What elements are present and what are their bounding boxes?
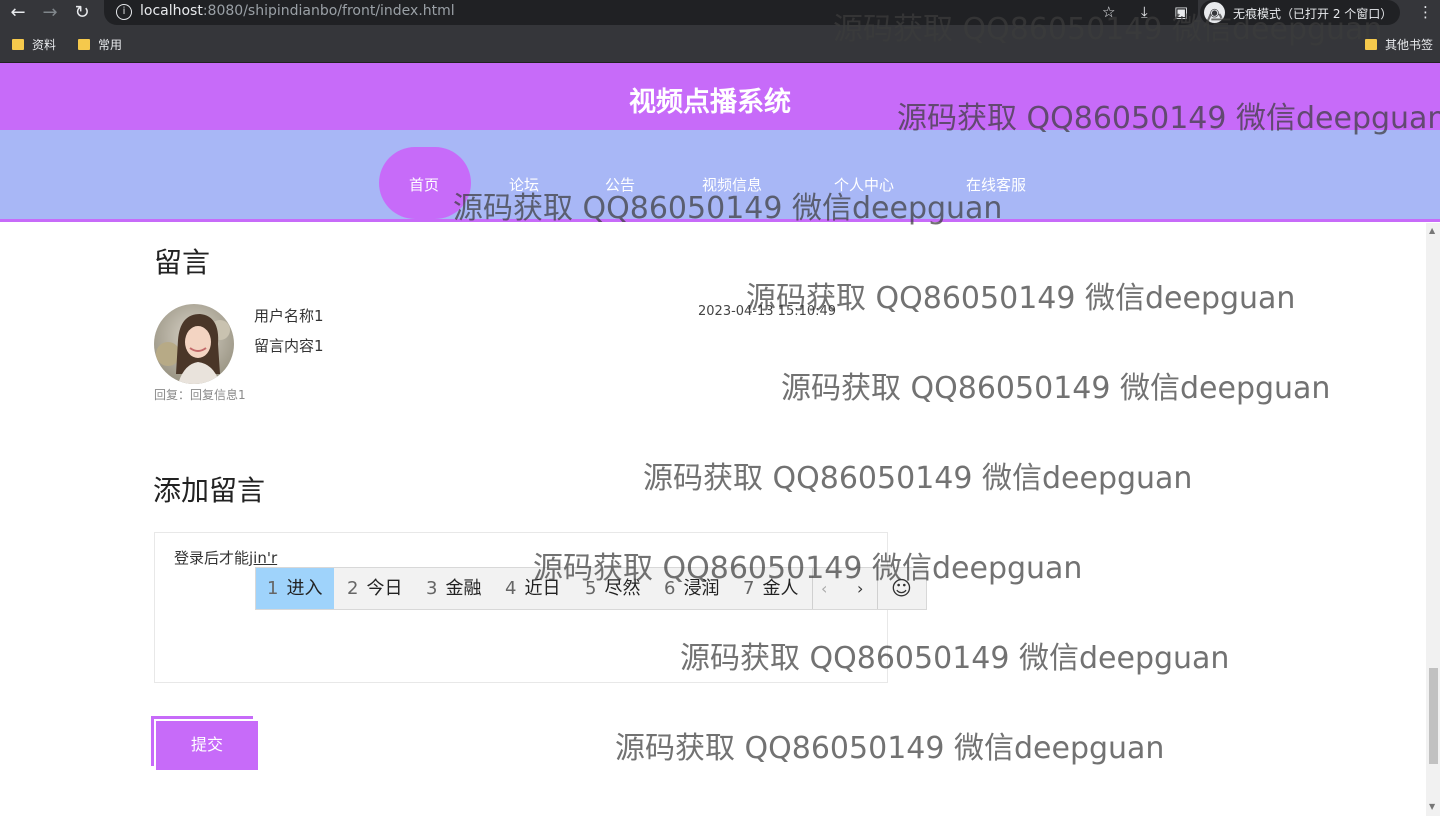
url-host: localhost: [140, 3, 203, 19]
ime-candidate-number: 2: [347, 578, 359, 599]
watermark: 源码获取 QQ86050149 微信deepguan: [781, 371, 1331, 406]
ime-candidate-2[interactable]: 2 今日: [347, 567, 402, 610]
bookmark-folder-1[interactable]: 资料: [12, 36, 56, 53]
menu-icon[interactable]: ⋮: [1418, 3, 1433, 21]
watermark: 源码获取 QQ86050149 微信deepguan: [746, 281, 1296, 316]
back-icon[interactable]: ←: [7, 2, 29, 24]
bookmark-label: 其他书签: [1385, 38, 1434, 52]
watermark: 源码获取 QQ86050149 微信deepguan: [453, 191, 1003, 226]
textarea-committed-text: 登录后才能: [174, 549, 250, 567]
message-username: 用户名称1: [254, 307, 324, 325]
scroll-down-icon[interactable]: ▼: [1429, 802, 1435, 811]
ime-candidate-1[interactable]: 1 进入: [267, 567, 322, 610]
bookmark-label: 资料: [32, 38, 57, 52]
add-message-heading: 添加留言: [153, 474, 266, 507]
watermark: 源码获取 QQ86050149 微信deepguan: [897, 101, 1440, 136]
ime-candidate-text: 今日: [366, 578, 403, 599]
textarea-text: 登录后才能jin'r: [174, 547, 277, 568]
site-info-icon[interactable]: i: [116, 4, 132, 20]
avatar: [154, 304, 234, 384]
scroll-up-icon[interactable]: ▲: [1429, 226, 1435, 235]
nav-item-home[interactable]: 首页: [409, 174, 439, 195]
url-text[interactable]: localhost:8080/shipindianbo/front/index.…: [140, 3, 455, 19]
watermark: 源码获取 QQ86050149 微信deepguan: [533, 551, 1083, 586]
messages-heading: 留言: [154, 246, 211, 279]
bookmark-label: 常用: [98, 38, 123, 52]
ime-candidate-text: 进入: [286, 578, 323, 599]
forward-icon[interactable]: →: [39, 2, 61, 24]
ime-candidate-number: 4: [505, 578, 517, 599]
submit-button[interactable]: 提交: [156, 721, 258, 770]
message-content: 留言内容1: [254, 337, 324, 355]
watermark: 源码获取 QQ86050149 微信deepguan: [833, 12, 1383, 47]
watermark: 源码获取 QQ86050149 微信deepguan: [615, 731, 1165, 766]
scroll-thumb[interactable]: [1429, 668, 1438, 764]
watermark: 源码获取 QQ86050149 微信deepguan: [643, 461, 1193, 496]
ime-candidate-text: 金融: [445, 578, 482, 599]
folder-icon: [12, 39, 24, 50]
url-path: :8080/shipindianbo/front/index.html: [202, 3, 455, 19]
bookmark-folder-2[interactable]: 常用: [78, 36, 122, 53]
folder-icon: [78, 39, 90, 50]
ime-candidate-3[interactable]: 3 金融: [426, 567, 481, 610]
reload-icon[interactable]: ↻: [71, 2, 93, 24]
message-reply: 回复：回复信息1: [154, 388, 246, 402]
ime-candidate-number: 3: [426, 578, 438, 599]
watermark: 源码获取 QQ86050149 微信deepguan: [680, 641, 1230, 676]
ime-composition-text: jin'r: [249, 549, 278, 567]
ime-candidate-number: 1: [267, 578, 279, 599]
